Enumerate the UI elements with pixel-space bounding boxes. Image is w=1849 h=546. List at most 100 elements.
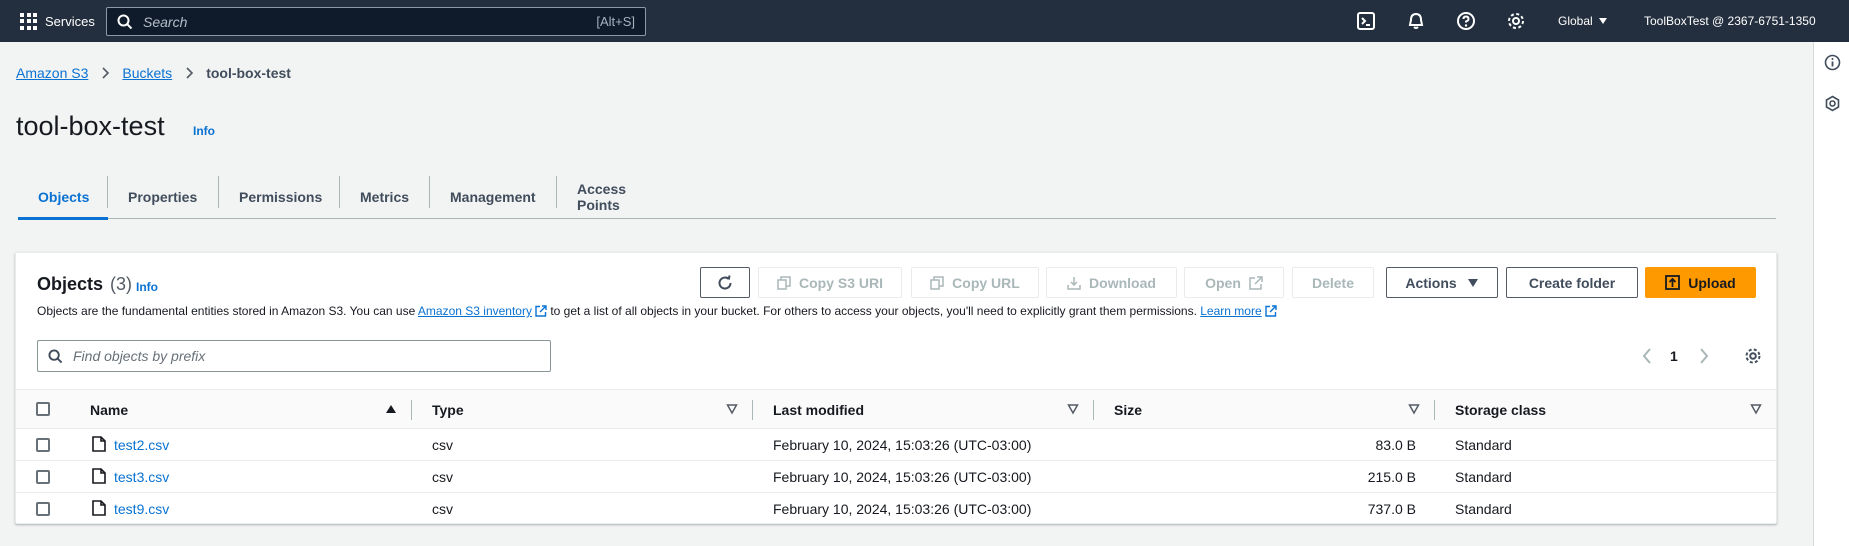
object-last-modified: February 10, 2024, 15:03:26 (UTC-03:00) — [773, 437, 1032, 453]
s3-inventory-link[interactable]: Amazon S3 inventory — [418, 304, 547, 318]
previous-page-icon[interactable] — [1641, 347, 1653, 365]
copy-url-button[interactable]: Copy URL — [911, 267, 1039, 298]
breadcrumb-amazon-s3[interactable]: Amazon S3 — [16, 65, 88, 81]
create-folder-label: Create folder — [1528, 274, 1616, 291]
file-icon — [92, 500, 106, 516]
object-filter[interactable] — [37, 340, 551, 372]
object-name-link[interactable]: test3.csv — [114, 469, 169, 485]
column-header-last-modified[interactable]: Last modified — [773, 402, 864, 418]
download-button[interactable]: Download — [1046, 267, 1177, 298]
services-label: Services — [45, 13, 95, 29]
breadcrumb: Amazon S3 Buckets tool-box-test — [16, 65, 291, 81]
search-icon — [117, 14, 133, 29]
sort-icon[interactable] — [1067, 403, 1079, 415]
sort-icon[interactable] — [1408, 403, 1420, 415]
next-page-icon[interactable] — [1698, 347, 1710, 365]
copy-icon — [777, 275, 791, 290]
open-button[interactable]: Open — [1184, 267, 1284, 298]
upload-label: Upload — [1688, 274, 1736, 291]
learn-more-label: Learn more — [1200, 304, 1262, 318]
object-name-link[interactable]: test9.csv — [114, 501, 169, 517]
select-all-checkbox[interactable] — [36, 402, 50, 416]
tab-properties[interactable]: Properties — [108, 176, 219, 218]
create-folder-button[interactable]: Create folder — [1506, 267, 1638, 298]
object-size: 215.0 B — [1367, 469, 1416, 485]
table-row[interactable]: test2.csv csv February 10, 2024, 15:03:2… — [16, 429, 1776, 461]
region-selector[interactable]: Global — [1558, 14, 1607, 28]
tab-management[interactable]: Management — [430, 176, 557, 218]
s3-inventory-link-label: Amazon S3 inventory — [417, 304, 532, 318]
copy-s3-uri-button[interactable]: Copy S3 URI — [758, 267, 902, 298]
refresh-button[interactable] — [700, 267, 750, 298]
filter-objects-input[interactable] — [73, 348, 533, 364]
objects-heading: Objects (3) — [37, 274, 132, 295]
column-header-storage-class[interactable]: Storage class — [1455, 402, 1546, 418]
account-menu[interactable]: ToolBoxTest @ 2367-6751-1350 — [1644, 14, 1816, 28]
search-shortcut-hint: [Alt+S] — [596, 14, 635, 29]
objects-info-link[interactable]: Info — [136, 280, 158, 294]
sort-ascending-icon[interactable] — [385, 403, 397, 415]
settings-gear-icon[interactable] — [1506, 11, 1526, 31]
copy-url-label: Copy URL — [952, 274, 1020, 291]
object-storage-class: Standard — [1455, 469, 1512, 485]
objects-title: Objects — [37, 274, 104, 294]
ai-assistant-icon[interactable] — [1824, 95, 1841, 112]
object-storage-class: Standard — [1455, 501, 1512, 517]
object-type: csv — [432, 469, 453, 485]
object-size: 737.0 B — [1367, 501, 1416, 517]
table-preferences-gear-icon[interactable] — [1744, 347, 1762, 365]
notifications-bell-icon[interactable] — [1406, 11, 1426, 31]
global-search[interactable]: [Alt+S] — [106, 7, 646, 36]
copy-icon — [930, 275, 944, 290]
objects-description-text-2: to get a list of all objects in your buc… — [546, 304, 1201, 318]
column-header-type[interactable]: Type — [432, 402, 464, 418]
tab-permissions[interactable]: Permissions — [219, 176, 340, 218]
object-last-modified: February 10, 2024, 15:03:26 (UTC-03:00) — [773, 469, 1032, 485]
breadcrumb-chevron-icon — [186, 67, 194, 79]
tab-metrics[interactable]: Metrics — [340, 176, 430, 218]
sort-icon[interactable] — [1750, 403, 1762, 415]
row-checkbox[interactable] — [36, 470, 50, 484]
column-header-name[interactable]: Name — [90, 402, 128, 418]
object-size: 83.0 B — [1375, 437, 1416, 453]
column-header-size[interactable]: Size — [1114, 402, 1142, 418]
tab-objects[interactable]: Objects — [18, 176, 108, 220]
table-header: Name Type Last modified Size Storage cla… — [16, 389, 1776, 429]
actions-dropdown[interactable]: Actions — [1386, 267, 1498, 298]
tab-access-points[interactable]: Access Points — [557, 176, 687, 218]
external-link-icon — [535, 305, 547, 317]
objects-description: Objects are the fundamental entities sto… — [37, 304, 1277, 318]
upload-button[interactable]: Upload — [1645, 267, 1756, 298]
page-title: tool-box-test — [16, 111, 165, 141]
page-info-link[interactable]: Info — [193, 124, 215, 138]
learn-more-link[interactable]: Learn more — [1200, 304, 1277, 318]
services-menu[interactable]: Services — [0, 0, 95, 42]
download-label: Download — [1089, 274, 1156, 291]
cloudshell-icon[interactable] — [1356, 11, 1376, 31]
table-row[interactable]: test9.csv csv February 10, 2024, 15:03:2… — [16, 493, 1776, 525]
delete-label: Delete — [1311, 274, 1355, 291]
sort-icon[interactable] — [726, 403, 738, 415]
table-row[interactable]: test3.csv csv February 10, 2024, 15:03:2… — [16, 461, 1776, 493]
upload-icon — [1665, 275, 1681, 290]
search-icon — [48, 348, 63, 363]
breadcrumb-buckets[interactable]: Buckets — [122, 65, 172, 81]
file-icon — [92, 468, 106, 484]
breadcrumb-current: tool-box-test — [206, 65, 291, 81]
right-utility-rail — [1813, 42, 1849, 546]
current-page-number[interactable]: 1 — [1670, 348, 1678, 364]
breadcrumb-chevron-icon — [102, 67, 110, 79]
objects-count: (3) — [110, 274, 133, 294]
info-panel-icon[interactable] — [1824, 54, 1841, 71]
global-search-input[interactable] — [143, 13, 563, 30]
services-grid-icon — [20, 12, 37, 30]
region-label: Global — [1558, 14, 1593, 28]
refresh-icon — [718, 274, 732, 290]
object-name-link[interactable]: test2.csv — [114, 437, 169, 453]
row-checkbox[interactable] — [36, 438, 50, 452]
delete-button[interactable]: Delete — [1292, 267, 1374, 298]
download-icon — [1067, 276, 1081, 290]
help-icon[interactable] — [1456, 11, 1476, 31]
copy-s3-uri-label: Copy S3 URI — [798, 274, 883, 291]
row-checkbox[interactable] — [36, 502, 50, 516]
